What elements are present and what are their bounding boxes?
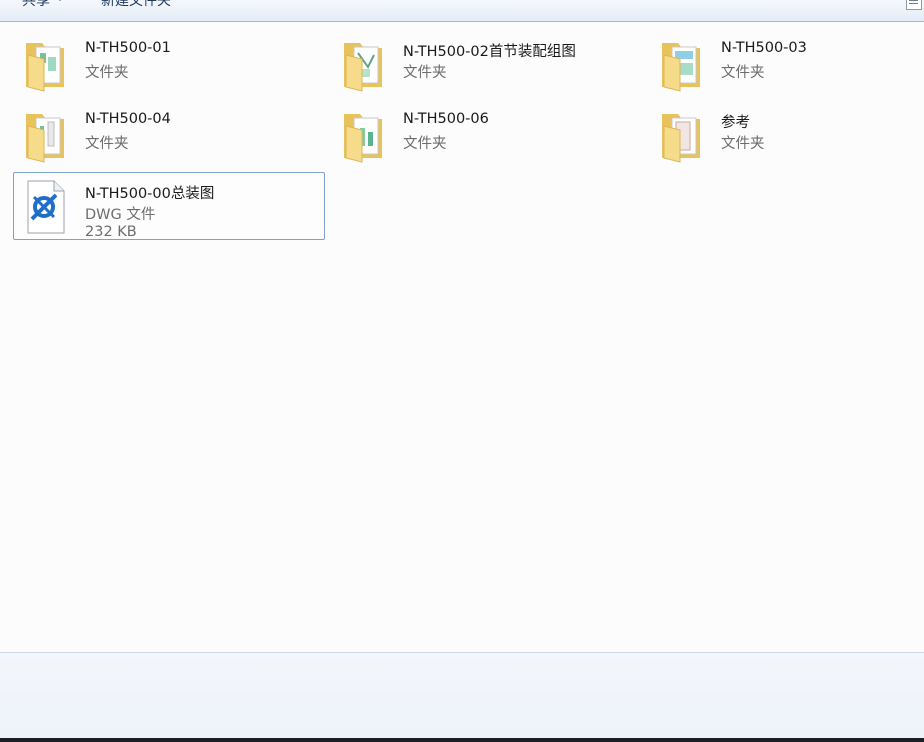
view-options-icon[interactable]: [906, 0, 922, 10]
folder-icon: [26, 114, 64, 163]
file-item-folder[interactable]: N-TH500-01 文件夹: [13, 30, 325, 98]
item-type: 文件夹: [85, 136, 129, 152]
item-name: N-TH500-02首节装配组图: [403, 44, 576, 60]
folder-icon: [344, 114, 382, 163]
file-item-dwg[interactable]: N-TH500-00总装图 DWG 文件 232 KB: [13, 172, 325, 240]
file-item-folder[interactable]: N-TH500-06 文件夹: [331, 101, 643, 169]
new-folder-label: 新建文件夹: [101, 0, 171, 9]
item-name: 参考: [721, 115, 750, 131]
chevron-down-icon: [56, 0, 64, 1]
folder-icon: [344, 43, 382, 92]
folder-icon: [662, 114, 700, 163]
item-type: 文件夹: [85, 65, 129, 81]
file-item-folder[interactable]: 参考 文件夹: [649, 101, 924, 169]
item-name: N-TH500-00总装图: [85, 186, 215, 202]
taskbar-edge: [0, 738, 924, 742]
file-item-folder[interactable]: N-TH500-04 文件夹: [13, 101, 325, 169]
item-type: 文件夹: [403, 136, 447, 152]
item-type: 文件夹: [721, 65, 765, 81]
command-bar: 共享 新建文件夹: [0, 0, 924, 22]
share-label: 共享: [22, 0, 50, 9]
folder-icon: [662, 43, 700, 92]
item-size: 232 KB: [85, 224, 137, 240]
new-folder-button[interactable]: 新建文件夹: [101, 0, 171, 10]
item-type: 文件夹: [403, 65, 447, 81]
share-button[interactable]: 共享: [22, 0, 64, 10]
item-name: N-TH500-04: [85, 111, 171, 127]
folder-icon: [26, 43, 64, 92]
item-name: N-TH500-03: [721, 40, 807, 56]
file-item-folder[interactable]: N-TH500-03 文件夹: [649, 30, 924, 98]
item-type: DWG 文件: [85, 207, 156, 223]
item-name: N-TH500-06: [403, 111, 489, 127]
details-pane: [0, 652, 924, 739]
item-type: 文件夹: [721, 136, 765, 152]
item-name: N-TH500-01: [85, 40, 171, 56]
file-item-folder[interactable]: N-TH500-02首节装配组图 文件夹: [331, 30, 643, 98]
file-list: N-TH500-01 文件夹 N-TH500-02首节装配组图 文件夹 N-TH…: [0, 22, 924, 652]
dwg-file-icon: [27, 180, 65, 234]
